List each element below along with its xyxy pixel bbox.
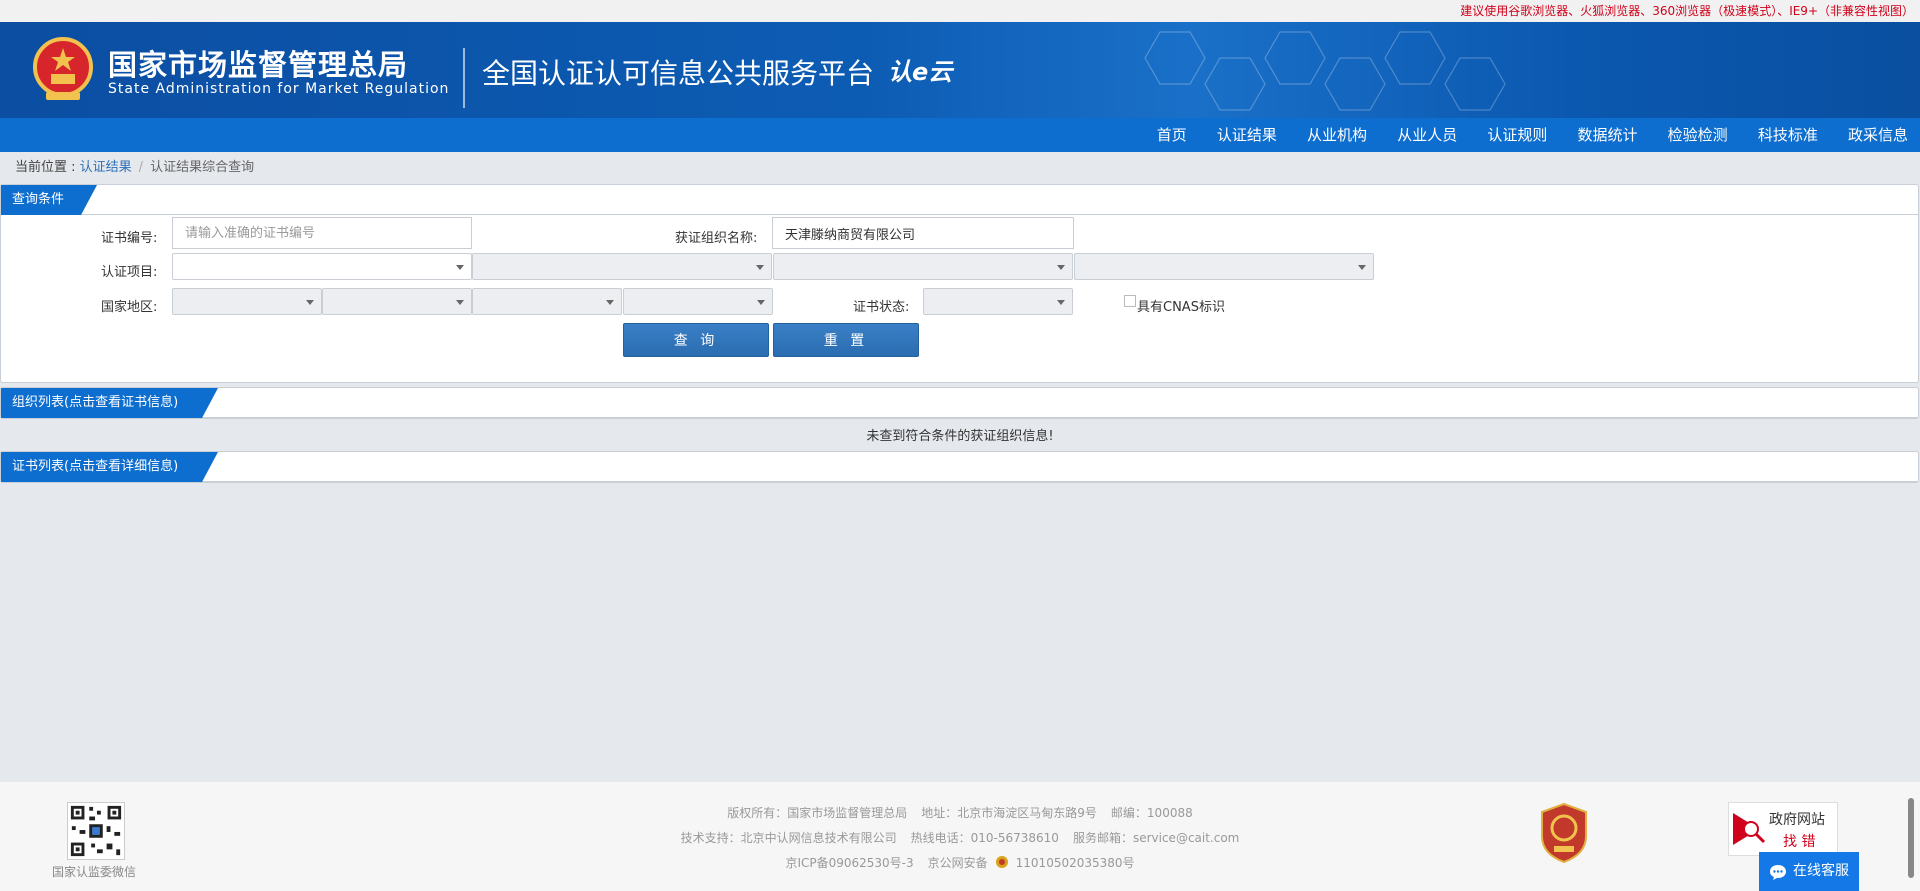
police-badge-icon [995, 856, 1008, 868]
cert-project-label: 认证项目: [101, 265, 158, 280]
site-footer: 国家认监委微信 版权所有：国家市场监督管理总局 地址：北京市海淀区马甸东路9号 邮编… [0, 782, 1920, 891]
footer-copyright: 版权所有：国家市场监督管理总局 [727, 806, 908, 820]
nav-item-tech-standards[interactable]: 科技标准 [1758, 118, 1818, 152]
cert-project-select-3[interactable] [773, 253, 1073, 280]
footer-tech-support: 技术支持：北京中认网信息技术有限公司 [680, 831, 897, 845]
query-button[interactable]: 查 询 [623, 323, 769, 357]
cert-project-select-2[interactable] [472, 253, 772, 280]
region-select-1[interactable] [172, 288, 322, 315]
chevron-down-icon [456, 265, 464, 270]
nav-item-personnel[interactable]: 从业人员 [1397, 118, 1457, 152]
org-list-panel: 组织列表(点击查看证书信息) [0, 387, 1919, 419]
nav-item-institutions[interactable]: 从业机构 [1307, 118, 1367, 152]
chevron-down-icon [1057, 300, 1065, 305]
region-select-4[interactable] [623, 288, 773, 315]
query-panel-header: 查询条件 [1, 185, 1918, 215]
national-emblem-icon [33, 37, 93, 100]
org-list-panel-title: 组织列表(点击查看证书信息) [1, 388, 218, 418]
online-service-label: 在线客服 [1793, 863, 1849, 879]
footer-icp-line: 京ICP备09062530号-3 京公网安备 11010502035380号 [0, 854, 1920, 871]
footer-email: 服务邮箱：service@cait.com [1072, 831, 1240, 845]
hexagon-pattern-decoration [1144, 31, 1506, 111]
nav-item-inspection[interactable]: 检验检测 [1668, 118, 1728, 152]
chat-bubble-icon [1770, 865, 1786, 880]
chevron-down-icon [757, 300, 765, 305]
cnas-checkbox[interactable] [1124, 295, 1136, 307]
nav-item-cert-rules[interactable]: 认证规则 [1487, 118, 1547, 152]
cert-project-select-1[interactable] [172, 253, 472, 280]
agency-name-en: State Administration for Market Regulati… [108, 81, 450, 97]
footer-icp[interactable]: 京ICP备09062530号-3 [785, 856, 913, 870]
breadcrumb: 当前位置 : 认证结果 / 认证结果综合查询 [0, 152, 1920, 184]
nav-item-statistics[interactable]: 数据统计 [1578, 118, 1638, 152]
region-label: 国家地区: [101, 300, 158, 315]
browser-notice: 建议使用谷歌浏览器、火狐浏览器、360浏览器（极速模式）、IE9+（非兼容性视图… [0, 0, 1920, 22]
org-name-input[interactable] [772, 217, 1074, 249]
cert-list-panel-header: 证书列表(点击查看详细信息) [1, 452, 1918, 482]
chevron-down-icon [756, 265, 764, 270]
header-divider [463, 48, 465, 108]
cert-list-panel: 证书列表(点击查看详细信息) [0, 451, 1919, 483]
org-list-empty-message: 未查到符合条件的获证组织信息! [866, 429, 1054, 444]
query-panel-title: 查询条件 [1, 185, 97, 215]
online-service-button[interactable]: 在线客服 [1759, 852, 1859, 891]
nav-item-procurement[interactable]: 政采信息 [1848, 118, 1908, 152]
cert-no-label: 证书编号: [101, 231, 158, 246]
party-government-badge-icon[interactable] [1538, 802, 1590, 864]
platform-title: 全国认证认可信息公共服务平台 [482, 57, 875, 90]
chevron-down-icon [306, 300, 314, 305]
footer-police-record[interactable]: 11010502035380号 [1016, 856, 1135, 870]
footer-hotline: 热线电话：010-56738610 [910, 831, 1059, 845]
breadcrumb-separator: / [138, 160, 144, 175]
cert-status-label: 证书状态: [853, 300, 910, 315]
nav-item-home[interactable]: 首页 [1157, 118, 1187, 152]
cert-status-select[interactable] [923, 288, 1073, 315]
footer-support-line: 技术支持：北京中认网信息技术有限公司 热线电话：010-56738610 服务邮箱：… [0, 829, 1920, 846]
site-header: 国家市场监督管理总局 State Administration for Mark… [0, 22, 1920, 118]
cert-no-input[interactable] [172, 217, 472, 249]
gov-error-subtitle: 找 错 [1783, 834, 1816, 850]
region-select-2[interactable] [322, 288, 472, 315]
breadcrumb-prefix: 当前位置 : [15, 160, 80, 175]
breadcrumb-parent-link[interactable]: 认证结果 [80, 160, 132, 175]
side-scroll-indicator[interactable] [1908, 798, 1914, 878]
footer-police-prefix: 京公网安备 [927, 856, 988, 870]
chevron-down-icon [606, 300, 614, 305]
gov-website-error-report[interactable]: 政府网站 找 错 [1728, 802, 1838, 856]
chevron-down-icon [456, 300, 464, 305]
magnifier-icon [1733, 813, 1766, 845]
footer-postcode: 邮编：100088 [1110, 806, 1193, 820]
footer-copyright-line: 版权所有：国家市场监督管理总局 地址：北京市海淀区马甸东路9号 邮编：100088 [0, 804, 1920, 821]
query-panel: 查询条件 证书编号: 获证组织名称: 认证项目: 国家地区: 证书状态: 具有C… [0, 184, 1919, 383]
org-list-panel-header: 组织列表(点击查看证书信息) [1, 388, 1918, 418]
region-select-3[interactable] [472, 288, 622, 315]
org-name-label: 获证组织名称: [675, 231, 758, 246]
query-form: 证书编号: 获证组织名称: 认证项目: 国家地区: 证书状态: 具有CNAS标识… [1, 215, 1918, 382]
chevron-down-icon [1057, 265, 1065, 270]
renzheng-cloud-logo: 认e云 [888, 58, 953, 86]
cert-list-panel-title: 证书列表(点击查看详细信息) [1, 452, 218, 482]
footer-address: 地址：北京市海淀区马甸东路9号 [921, 806, 1097, 820]
breadcrumb-current: 认证结果综合查询 [150, 160, 255, 175]
main-nav: 首页 认证结果 从业机构 从业人员 认证规则 数据统计 检验检测 科技标准 政采… [0, 118, 1920, 152]
reset-button[interactable]: 重 置 [773, 323, 919, 357]
cnas-label: 具有CNAS标识 [1137, 300, 1225, 315]
gov-error-title: 政府网站 [1769, 812, 1825, 828]
agency-name-cn: 国家市场监督管理总局 [108, 48, 409, 82]
chevron-down-icon [1358, 265, 1366, 270]
nav-item-cert-results[interactable]: 认证结果 [1217, 118, 1277, 152]
cert-project-select-4[interactable] [1074, 253, 1374, 280]
